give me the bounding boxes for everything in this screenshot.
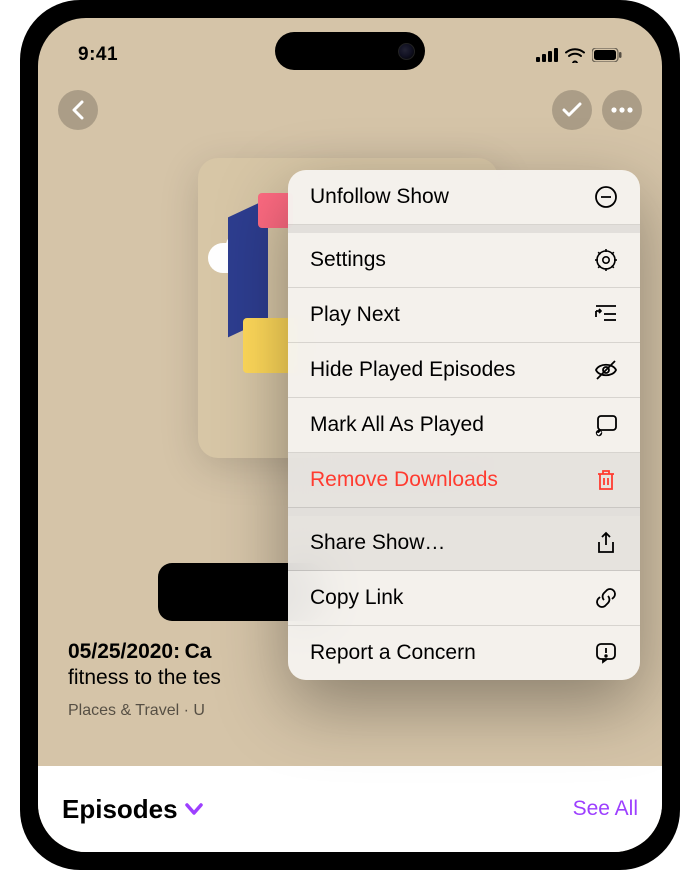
chevron-down-icon [184,802,204,816]
menu-item-unfollow[interactable]: Unfollow Show [288,170,640,225]
nav-right [552,90,642,130]
back-button[interactable] [58,90,98,130]
menu-item-settings[interactable]: Settings [288,233,640,288]
eye-slash-icon [594,358,618,382]
menu-item-report[interactable]: Report a Concern [288,626,640,680]
episode-title: Ca [185,640,212,663]
more-button[interactable] [602,90,642,130]
see-all-link[interactable]: See All [573,797,638,821]
context-menu: Unfollow Show Settings Play Next Hide Pl… [288,170,640,680]
menu-label: Remove Downloads [310,468,498,492]
screen: 9:41 [38,18,662,852]
episodes-label: Episodes [62,794,178,825]
menu-label: Hide Played Episodes [310,358,515,382]
menu-item-share[interactable]: Share Show… [288,516,640,571]
followed-check-button[interactable] [552,90,592,130]
phone-inner: 9:41 [38,18,662,852]
menu-item-play-next[interactable]: Play Next [288,288,640,343]
menu-separator [288,508,640,516]
menu-item-copy-link[interactable]: Copy Link [288,571,640,626]
menu-label: Settings [310,248,386,272]
menu-label: Report a Concern [310,641,476,665]
menu-item-remove-downloads[interactable]: Remove Downloads [288,453,640,508]
share-icon [594,531,618,555]
unfollow-icon [594,185,618,209]
cellular-icon [536,48,558,62]
checkmark-rect-icon [594,413,618,437]
dynamic-island [275,32,425,70]
nav-row [38,90,662,130]
status-icons-group [536,48,622,63]
phone-frame: 9:41 [20,0,680,870]
chevron-left-icon [71,100,85,120]
ellipsis-icon [611,107,633,113]
menu-label: Mark All As Played [310,413,484,437]
battery-icon [592,48,622,62]
menu-separator [288,225,640,233]
check-icon [562,102,582,118]
episodes-dropdown[interactable]: Episodes [62,794,204,825]
gear-icon [594,248,618,272]
menu-item-mark-played[interactable]: Mark All As Played [288,398,640,453]
status-time: 9:41 [78,44,118,66]
wifi-icon [565,48,585,63]
bottom-section: Episodes See All [38,766,662,852]
menu-label: Share Show… [310,531,445,555]
menu-item-hide-played[interactable]: Hide Played Episodes [288,343,640,398]
report-icon [594,641,618,665]
menu-label: Play Next [310,303,400,327]
menu-label: Unfollow Show [310,185,449,209]
episode-date: 05/25/2020: [68,640,180,663]
trash-icon [594,468,618,492]
camera-icon [398,43,415,60]
link-icon [594,586,618,610]
play-next-icon [594,303,618,327]
episode-meta: Places & Travel · U [68,702,632,720]
menu-label: Copy Link [310,586,403,610]
